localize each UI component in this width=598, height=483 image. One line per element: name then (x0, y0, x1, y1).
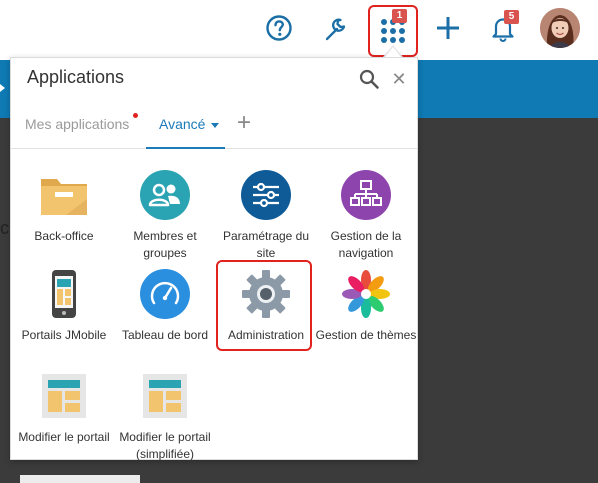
sliders-icon (241, 170, 291, 220)
flower-icon (342, 270, 390, 318)
app-tableau-de-bord[interactable]: Tableau de bord (113, 268, 217, 344)
background-input-strip (20, 475, 140, 483)
app-label: Back-office (34, 229, 94, 243)
tab-mes-applications[interactable]: Mes applications (25, 116, 129, 132)
user-avatar[interactable] (540, 8, 580, 48)
folder-icon (41, 179, 87, 215)
chevron-down-icon (211, 123, 219, 128)
app-label: Modifier le portail (simplifiée) (119, 430, 211, 461)
applications-panel: Applications ✕ Mes applications Avancé +… (10, 57, 418, 463)
help-button[interactable] (263, 12, 295, 44)
partial-background-text: c (0, 218, 9, 238)
panel-search-button[interactable] (358, 68, 380, 90)
search-icon (359, 69, 379, 89)
users-icon (140, 170, 190, 220)
notifications-badge: 5 (504, 10, 519, 24)
mobile-icon (52, 270, 76, 318)
app-portails-jmobile[interactable]: Portails JMobile (12, 268, 116, 344)
tab-avance[interactable]: Avancé (146, 103, 225, 149)
app-membres-groupes[interactable]: Membres et groupes (113, 169, 217, 262)
layout-icon (143, 374, 187, 418)
plus-icon (437, 17, 459, 39)
panel-tabs: Mes applications Avancé + (11, 103, 417, 149)
tools-button[interactable] (318, 12, 352, 46)
app-label: Portails JMobile (21, 328, 107, 342)
avatar-icon (540, 8, 580, 48)
app-parametrage-site[interactable]: Paramétrage du site (214, 169, 318, 262)
add-tab-button[interactable]: + (237, 111, 251, 135)
app-back-office[interactable]: Back-office (12, 169, 116, 245)
tab-avance-label: Avancé (159, 116, 206, 132)
notification-dot (133, 113, 138, 118)
app-label: Modifier le portail (18, 430, 110, 444)
app-administration[interactable]: Administration (214, 268, 318, 344)
apps-notification-badge: 1 (392, 9, 407, 23)
app-gestion-themes[interactable]: Gestion de thèmes (314, 268, 418, 344)
panel-title: Applications (27, 67, 125, 87)
help-circle-icon (266, 15, 292, 41)
app-modifier-portail[interactable]: Modifier le portail (12, 370, 116, 446)
wrench-icon (325, 18, 346, 41)
app-label: Tableau de bord (121, 328, 209, 342)
menu-caret-icon[interactable] (0, 84, 5, 92)
app-label: Membres et groupes (133, 229, 197, 260)
app-label: Administration (227, 328, 305, 342)
panel-pointer-inner (385, 47, 401, 57)
layout-icon (42, 374, 86, 418)
gauge-icon (140, 269, 190, 319)
close-icon[interactable]: ✕ (390, 69, 408, 89)
app-label: Gestion de thèmes (315, 328, 417, 342)
app-modifier-portail-simplifiee[interactable]: Modifier le portail (simplifiée) (113, 370, 217, 463)
app-label: Gestion de la navigation (330, 229, 402, 260)
app-label: Paramétrage du site (222, 229, 310, 260)
sitemap-icon (341, 170, 391, 220)
app-gestion-navigation[interactable]: Gestion de la navigation (314, 169, 418, 262)
gear-icon (242, 270, 290, 318)
create-button[interactable] (432, 12, 464, 44)
